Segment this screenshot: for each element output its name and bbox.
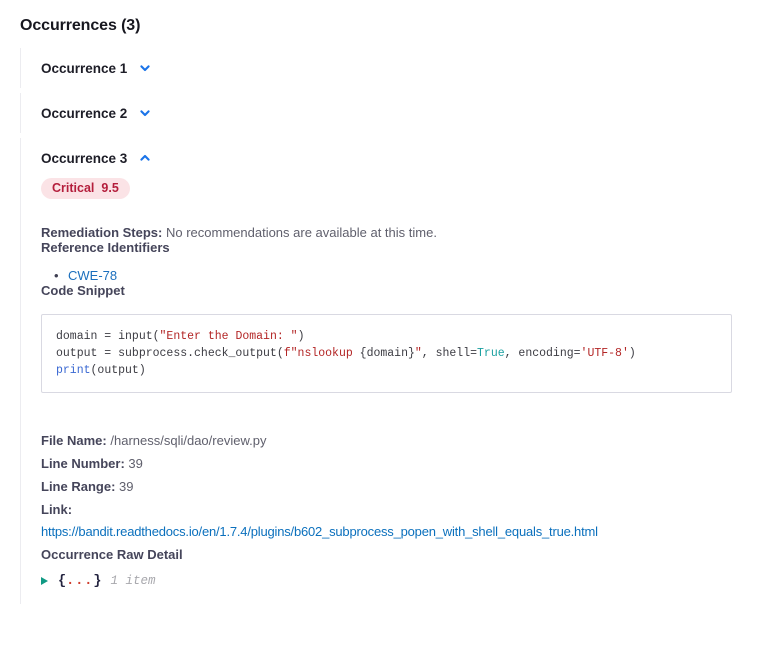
occurrence-3-detail: Critical 9.5 Remediation Steps: No recom… <box>41 168 751 594</box>
code-snippet: domain = input("Enter the Domain: ")outp… <box>41 314 732 393</box>
page-title: Occurrences (3) <box>20 17 751 35</box>
file-name-value: /harness/sqli/dao/review.py <box>110 433 266 448</box>
bandit-doc-link[interactable]: https://bandit.readthedocs.io/en/1.7.4/p… <box>41 521 751 542</box>
link-label-row: Link: <box>41 498 751 521</box>
occurrence-2-label: Occurrence 2 <box>41 106 127 121</box>
occurrence-section-1: Occurrence 1 <box>20 48 751 88</box>
json-tree-root: {...} 1 item <box>41 572 751 590</box>
line-number-row: Line Number: 39 <box>41 452 751 475</box>
json-item-count: 1 item <box>111 574 156 588</box>
expand-arrow-icon[interactable] <box>41 577 48 585</box>
remediation-label: Remediation Steps: <box>41 225 162 240</box>
file-name-label: File Name: <box>41 433 107 448</box>
file-name-row: File Name: /harness/sqli/dao/review.py <box>41 429 751 452</box>
severity-label: Critical <box>52 181 94 195</box>
chevron-down-icon[interactable] <box>138 61 152 75</box>
line-range-row: Line Range: 39 <box>41 475 751 498</box>
occurrence-2-toggle[interactable]: Occurrence 2 <box>41 103 751 123</box>
code-snippet-heading: Code Snippet <box>41 283 751 298</box>
reference-identifiers-heading: Reference Identifiers <box>41 240 751 255</box>
occurrence-raw-detail-heading: Occurrence Raw Detail <box>41 547 183 562</box>
severity-score: 9.5 <box>101 181 118 195</box>
line-number-label: Line Number: <box>41 456 125 471</box>
remediation-text: No recommendations are available at this… <box>166 225 437 240</box>
list-item: CWE-78 <box>68 268 751 283</box>
occurrence-3-label: Occurrence 3 <box>41 151 127 166</box>
link-label: Link: <box>41 502 72 517</box>
occurrence-meta: File Name: /harness/sqli/dao/review.py L… <box>41 429 751 565</box>
raw-detail-heading-row: Occurrence Raw Detail <box>41 544 751 565</box>
occurrence-3-toggle[interactable]: Occurrence 3 <box>41 148 751 168</box>
occurrence-1-label: Occurrence 1 <box>41 61 127 76</box>
cwe-link[interactable]: CWE-78 <box>68 268 117 283</box>
occurrences-panel: Occurrences (3) Occurrence 1 Occurrence … <box>0 0 771 604</box>
line-range-label: Line Range: <box>41 479 115 494</box>
occurrence-section-2: Occurrence 2 <box>20 93 751 133</box>
chevron-down-icon[interactable] <box>138 106 152 120</box>
occurrence-section-3: Occurrence 3 Critical 9.5 Remediation St… <box>20 138 751 604</box>
chevron-up-icon[interactable] <box>138 151 152 165</box>
line-range-value: 39 <box>119 479 133 494</box>
occurrence-1-toggle[interactable]: Occurrence 1 <box>41 58 751 78</box>
json-ellipsis[interactable]: ... <box>66 574 93 589</box>
json-collapsed-braces[interactable]: {...} <box>58 574 102 589</box>
reference-identifiers-list: CWE-78 <box>41 268 751 283</box>
remediation-steps: Remediation Steps: No recommendations ar… <box>41 225 751 240</box>
severity-badge: Critical 9.5 <box>41 178 130 199</box>
line-number-value: 39 <box>128 456 142 471</box>
